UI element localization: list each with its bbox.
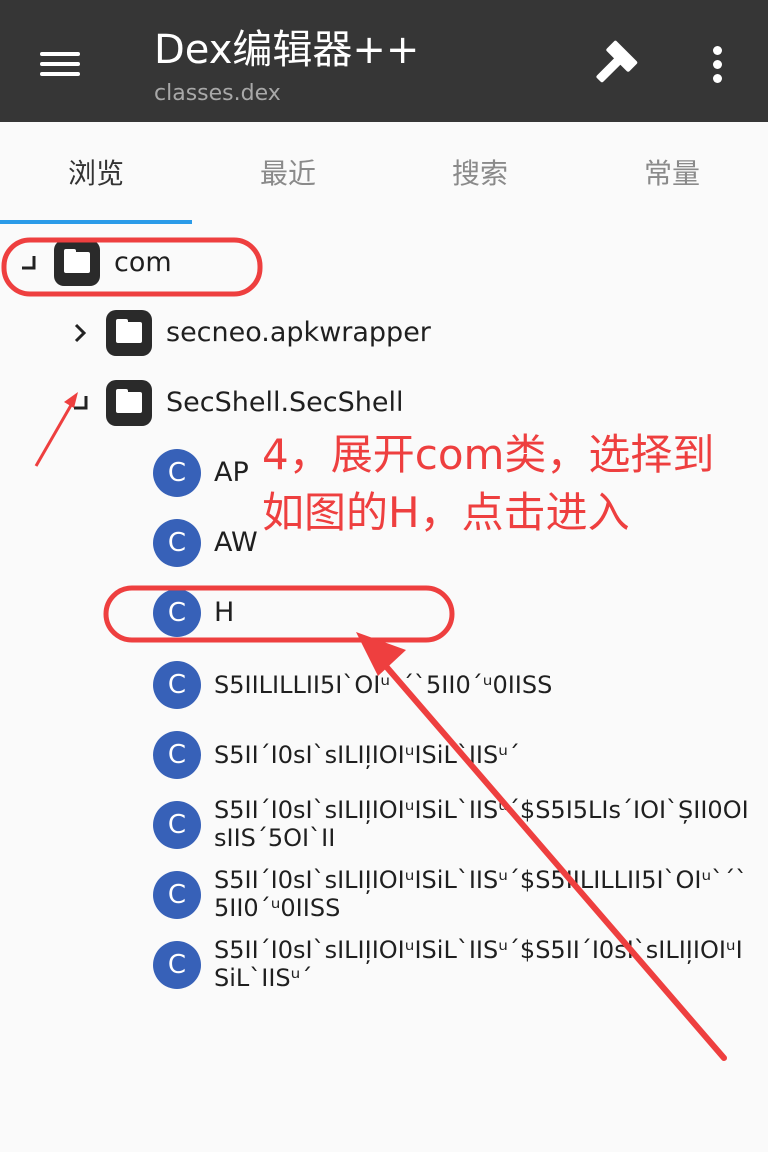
tab-recent[interactable]: 最近 — [192, 122, 384, 226]
tree-item-label: H — [214, 597, 235, 628]
tree-item-class[interactable]: C S5II´I0sI`sILII̦IOIᵘISiL`IISᵘ´ — [0, 718, 768, 788]
folder-icon — [54, 240, 100, 286]
tree-item-class[interactable]: C S5IILILLII5I`OIᵘ`´`5II0´ᵘ0IISS — [0, 648, 768, 718]
tab-browse[interactable]: 浏览 — [0, 122, 192, 226]
tree-item-label: com — [114, 247, 172, 278]
class-icon: C — [153, 519, 201, 567]
tree-item-class[interactable]: C S5II´I0sI`sILII̦IOIᵘISiL`IISᵘ´$S5I5LIs… — [0, 790, 768, 860]
class-icon: C — [153, 871, 201, 919]
tree-item-label: SecShell.SecShell — [166, 387, 404, 418]
tree-item-label: S5II´I0sI`sILII̦IOIᵘISiL`IISᵘ´ — [214, 741, 520, 769]
collapse-icon[interactable] — [16, 250, 42, 276]
chevron-right-icon[interactable] — [68, 320, 94, 346]
menu-icon[interactable] — [38, 46, 82, 80]
tree-item-label: S5II´I0sI`sILII̦IOIᵘISiL`IISᵘ´$S5I5LIs´I… — [214, 796, 749, 852]
hammer-icon[interactable] — [586, 38, 642, 90]
folder-icon — [106, 380, 152, 426]
app-bar: Dex编辑器++ classes.dex — [0, 0, 768, 122]
tree-item-com[interactable]: com — [0, 228, 768, 298]
class-icon: C — [153, 801, 201, 849]
tree-item-label: secneo.apkwrapper — [166, 317, 431, 348]
app-title: Dex编辑器++ — [154, 27, 420, 73]
tree-item-package[interactable]: secneo.apkwrapper — [0, 298, 768, 368]
more-vert-icon[interactable] — [700, 40, 734, 88]
tree-item-label: AP — [214, 457, 249, 488]
tab-indicator — [0, 220, 192, 224]
folder-icon — [106, 310, 152, 356]
app-subtitle: classes.dex — [154, 81, 281, 106]
tree-item-class[interactable]: C S5II´I0sI`sILII̦IOIᵘISiL`IISᵘ´$S5II´I0… — [0, 930, 768, 1000]
tree-item-label: S5II´I0sI`sILII̦IOIᵘISiL`IISᵘ´$S5II´I0sI… — [214, 936, 743, 992]
tree-item-label: AW — [214, 527, 258, 558]
class-icon: C — [153, 731, 201, 779]
tab-search[interactable]: 搜索 — [384, 122, 576, 226]
tab-constants[interactable]: 常量 — [576, 122, 768, 226]
annotation-text: 4，展开com类，选择到如图的H，点击进入 — [262, 430, 715, 537]
class-icon: C — [153, 449, 201, 497]
class-icon: C — [153, 661, 201, 709]
tree-item-class[interactable]: C S5II´I0sI`sILII̦IOIᵘISiL`IISᵘ´$S5IILIL… — [0, 860, 768, 930]
tree-item-label: S5II´I0sI`sILII̦IOIᵘISiL`IISᵘ´$S5IILILLI… — [214, 866, 748, 922]
class-icon: C — [153, 941, 201, 989]
tree-item-class[interactable]: C H — [0, 578, 768, 648]
collapse-icon[interactable] — [68, 390, 94, 416]
tree-item-label: S5IILILLII5I`OIᵘ`´`5II0´ᵘ0IISS — [214, 671, 553, 699]
tab-bar: 浏览 最近 搜索 常量 — [0, 122, 768, 226]
class-icon: C — [153, 589, 201, 637]
